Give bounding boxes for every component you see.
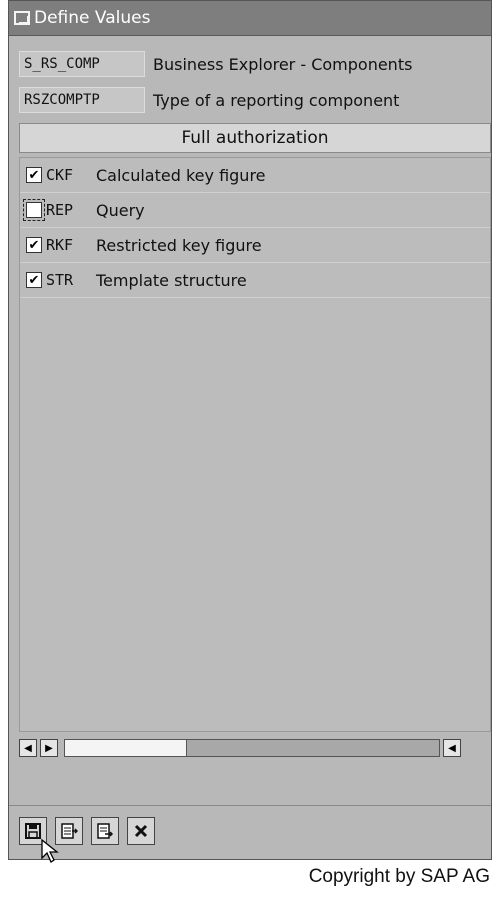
copyright-text: Copyright by SAP AG: [308, 866, 490, 887]
object-description: Business Explorer - Components: [153, 54, 413, 74]
checkbox-str[interactable]: ✔: [26, 272, 42, 288]
list-item: ✔ STR Template structure: [20, 263, 490, 298]
transfer-button[interactable]: [91, 817, 119, 845]
row-code: RKF: [46, 236, 74, 254]
type-description: Type of a reporting component: [153, 90, 400, 110]
list-item: ✔ CKF Calculated key figure: [20, 158, 490, 193]
cancel-icon: [134, 824, 148, 838]
row-code: CKF: [46, 166, 74, 184]
row-description: Calculated key figure: [96, 165, 266, 185]
arrow-left-icon[interactable]: ◀: [19, 739, 37, 757]
horizontal-scrollbar[interactable]: ◀ ▶ ◀: [19, 736, 491, 760]
define-values-window: Define Values S_RS_COMP Business Explore…: [8, 0, 492, 860]
title-bar: Define Values: [9, 1, 491, 36]
scroll-track[interactable]: [64, 739, 440, 757]
field-row-object: S_RS_COMP Business Explorer - Components: [19, 50, 412, 78]
document-export-icon: [61, 823, 78, 839]
divider: [9, 805, 491, 806]
row-code: REP: [46, 201, 74, 219]
values-list: ✔ CKF Calculated key figure REP Query ✔ …: [19, 157, 491, 732]
cancel-button[interactable]: [127, 817, 155, 845]
type-code-field: RSZCOMPTP: [19, 87, 145, 113]
row-code: STR: [46, 271, 74, 289]
window-title: Define Values: [34, 8, 151, 28]
checkbox-ckf[interactable]: ✔: [26, 167, 42, 183]
full-authorization-button[interactable]: Full authorization: [19, 123, 491, 153]
mouse-cursor-icon: [41, 838, 59, 863]
row-description: Restricted key figure: [96, 235, 262, 255]
list-item: ✔ RKF Restricted key figure: [20, 228, 490, 263]
checkbox-rep[interactable]: [23, 199, 45, 221]
window-icon: [14, 11, 30, 25]
field-row-type: RSZCOMPTP Type of a reporting component: [19, 86, 399, 114]
arrow-right-icon[interactable]: ▶: [40, 739, 58, 757]
row-description: Query: [96, 200, 145, 220]
row-description: Template structure: [96, 270, 247, 290]
object-code-field: S_RS_COMP: [19, 51, 145, 77]
scroll-thumb[interactable]: [65, 740, 187, 756]
document-arrow-icon: [97, 823, 114, 839]
checkbox-rkf[interactable]: ✔: [26, 237, 42, 253]
list-item: REP Query: [20, 193, 490, 228]
arrow-left-icon[interactable]: ◀: [443, 739, 461, 757]
